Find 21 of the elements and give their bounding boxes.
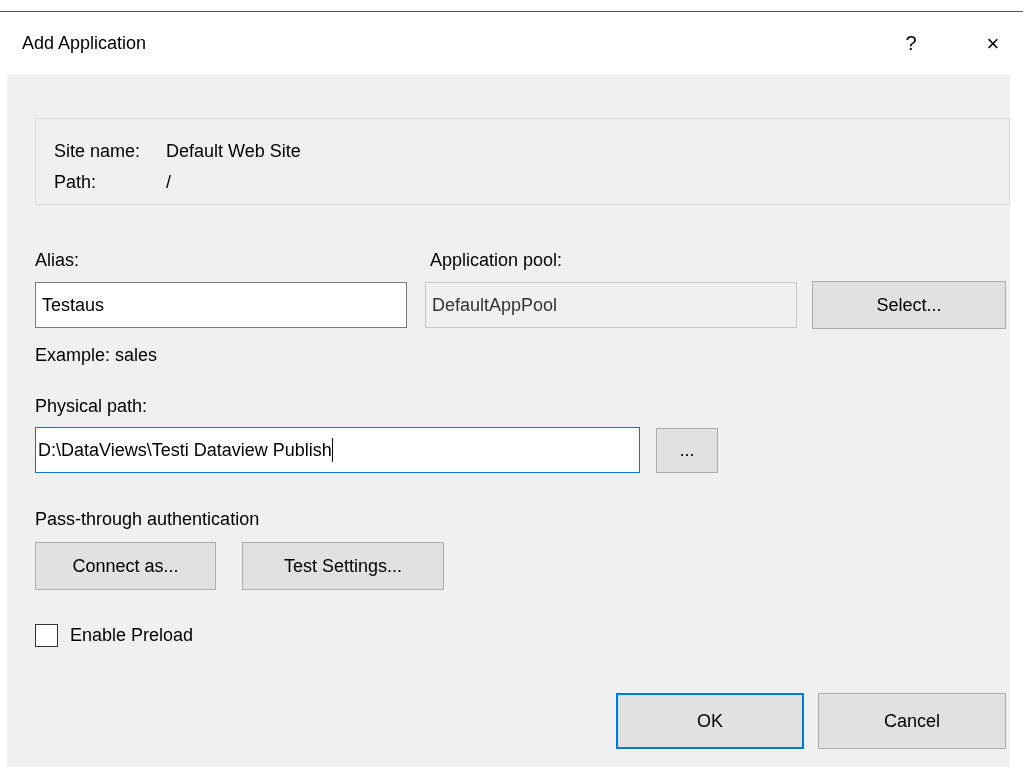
physical-path-field[interactable]: D:\DataViews\Testi Dataview Publish: [35, 427, 640, 473]
info-label: Path:: [54, 172, 98, 193]
authentication-button[interactable]: Test Settings...: [242, 542, 444, 590]
info-value: /: [166, 172, 171, 193]
dialog-button[interactable]: Cancel: [818, 693, 1006, 749]
alias-field[interactable]: Testaus: [35, 282, 407, 328]
checkbox-label[interactable]: Enable Preload: [70, 625, 194, 646]
example-hint: Example: sales: [35, 345, 159, 366]
window-title: Add Application: [22, 33, 148, 54]
authentication-label: Pass-through authentication: [35, 509, 260, 530]
physical-path-label: Physical path:: [35, 396, 148, 417]
help-button[interactable]: ?: [881, 32, 941, 55]
dialog-button[interactable]: OK: [616, 693, 804, 749]
checkbox[interactable]: [35, 624, 58, 647]
alias-label: Alias:: [35, 250, 80, 271]
close-button[interactable]: ×: [963, 30, 1023, 57]
info-label: Site name:: [54, 141, 142, 162]
application-pool-label: Application pool:: [430, 250, 563, 271]
browse-button[interactable]: ...: [656, 427, 718, 473]
authentication-button[interactable]: Connect as...: [35, 542, 216, 590]
info-value: Default Web Site: [166, 141, 301, 162]
